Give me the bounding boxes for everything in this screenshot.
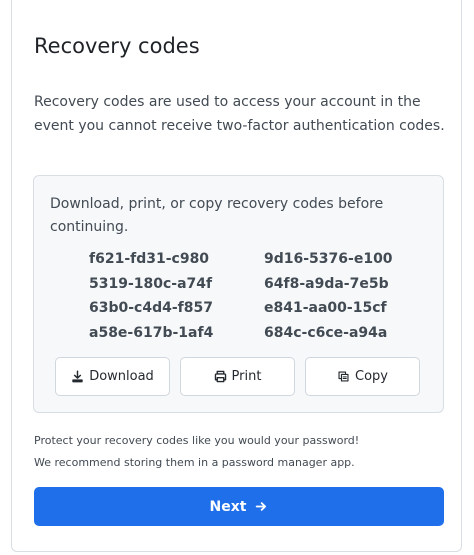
arrow-right-icon <box>255 500 268 513</box>
print-icon <box>214 370 227 383</box>
copy-icon <box>337 370 350 383</box>
recovery-code: 64f8-a9da-7e5b <box>264 275 389 292</box>
print-label: Print <box>231 369 262 384</box>
copy-label: Copy <box>355 369 388 384</box>
recovery-code: a58e-617b-1af4 <box>89 324 214 341</box>
intro-text: Recovery codes are used to access your a… <box>34 94 445 134</box>
download-label: Download <box>89 369 154 384</box>
print-button[interactable]: Print <box>180 357 295 396</box>
security-notice-line-1: Protect your recovery codes like you wou… <box>34 434 360 447</box>
recovery-codes-list: f621-fd31-c980 9d16-5376-e100 5319-180c-… <box>89 248 419 344</box>
recovery-codes-card: Recovery codes Recovery codes are used t… <box>11 0 462 552</box>
security-notice-line-2: We recommend storing them in a password … <box>34 456 355 469</box>
recovery-code: 684c-c6ce-a94a <box>264 324 388 341</box>
download-icon <box>71 370 84 383</box>
next-label: Next <box>209 498 247 515</box>
code-actions: Download Print Copy <box>55 357 420 396</box>
recovery-codes-panel: Download, print, or copy recovery codes … <box>33 175 444 413</box>
recovery-code: 5319-180c-a74f <box>89 275 213 292</box>
security-notice: Protect your recovery codes like you wou… <box>34 430 444 474</box>
codes-instructions: Download, print, or copy recovery codes … <box>50 196 384 235</box>
recovery-code: e841-aa00-15cf <box>264 300 387 316</box>
next-button[interactable]: Next <box>34 487 444 526</box>
download-button[interactable]: Download <box>55 357 170 396</box>
recovery-code: f621-fd31-c980 <box>89 251 210 267</box>
copy-button[interactable]: Copy <box>305 357 420 396</box>
page-title: Recovery codes <box>34 34 200 58</box>
recovery-code: 63b0-c4d4-f857 <box>89 300 213 316</box>
recovery-code: 9d16-5376-e100 <box>264 251 393 267</box>
